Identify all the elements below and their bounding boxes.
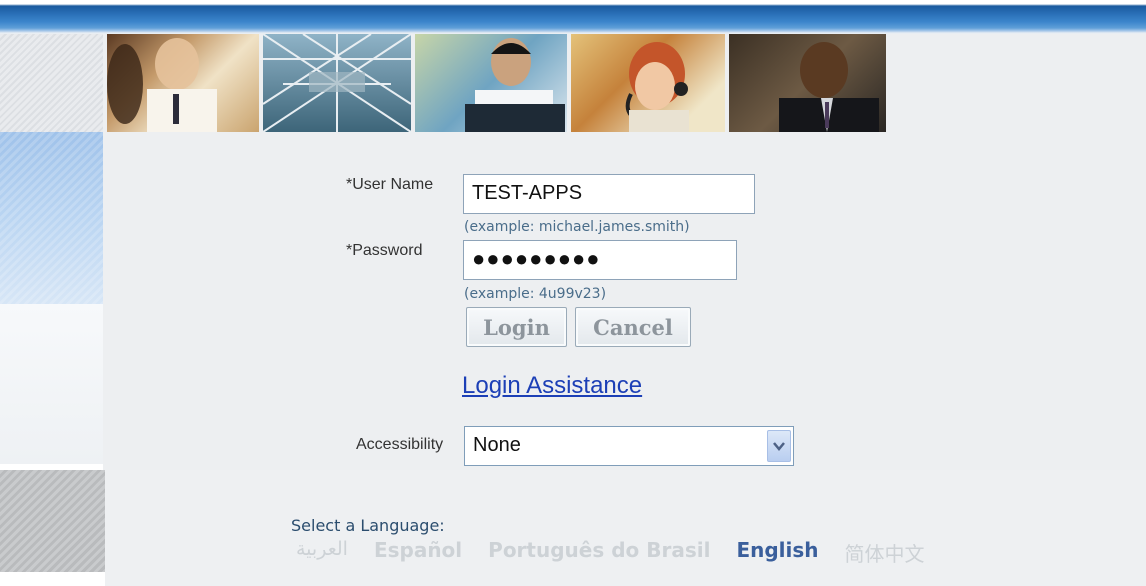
password-field[interactable]: ●●●●●●●●● bbox=[463, 240, 737, 280]
left-decorative-stripe-bottom bbox=[0, 470, 105, 572]
accessibility-label: Accessibility bbox=[356, 436, 444, 453]
password-hint: (example: 4u99v23) bbox=[464, 286, 607, 302]
username-field[interactable]: TEST-APPS bbox=[463, 174, 755, 214]
chevron-down-icon[interactable] bbox=[767, 430, 791, 462]
language-option-chinese[interactable]: 简体中文 bbox=[845, 538, 925, 567]
left-decorative-stripe-top bbox=[0, 34, 103, 132]
username-hint: (example: michael.james.smith) bbox=[464, 219, 690, 235]
banner-photo-headset bbox=[571, 34, 725, 132]
banner-photos bbox=[107, 34, 888, 132]
username-value: TEST-APPS bbox=[472, 182, 583, 204]
language-select-label: Select a Language: bbox=[291, 516, 445, 535]
header-bar bbox=[0, 0, 1146, 34]
banner-photo-businessman bbox=[729, 34, 886, 132]
login-assistance-link[interactable]: Login Assistance bbox=[462, 372, 642, 400]
cancel-button[interactable]: Cancel bbox=[575, 307, 691, 347]
accessibility-selected-value: None bbox=[473, 434, 521, 456]
password-value: ●●●●●●●●● bbox=[472, 246, 601, 271]
password-label: *Password bbox=[346, 242, 423, 259]
language-option-arabic[interactable]: العربية bbox=[296, 538, 348, 567]
language-option-portuguese[interactable]: Português do Brasil bbox=[488, 538, 710, 567]
left-decorative-stripe-white bbox=[0, 304, 103, 464]
left-decorative-stripe-blue bbox=[0, 132, 103, 304]
banner-photo-computer bbox=[415, 34, 567, 132]
language-panel bbox=[105, 470, 1146, 586]
banner-photo-meeting bbox=[107, 34, 259, 132]
language-option-spanish[interactable]: Español bbox=[374, 538, 462, 567]
language-options: العربية Español Português do Brasil Engl… bbox=[296, 538, 925, 567]
language-option-english[interactable]: English bbox=[736, 538, 818, 567]
login-button[interactable]: Login bbox=[466, 307, 567, 347]
accessibility-select[interactable]: None bbox=[464, 426, 794, 466]
username-label: *User Name bbox=[346, 176, 434, 193]
banner-photo-tower bbox=[263, 34, 411, 132]
